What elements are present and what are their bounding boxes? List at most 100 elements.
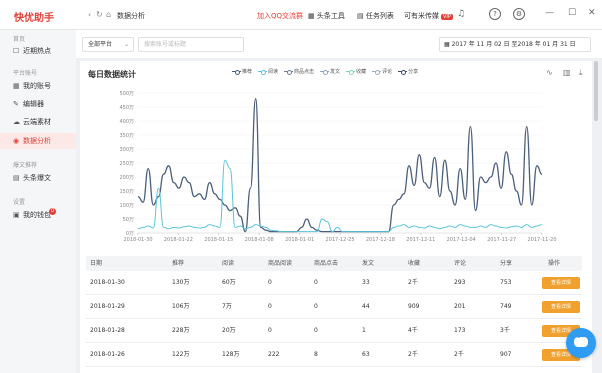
legend-label: 评论 [382, 69, 393, 75]
cell-rec: 106万 [172, 303, 190, 310]
wallet-icon: ▣ [13, 211, 20, 219]
chart-legend: 推荐 阅读 商品点击 发文 收藏 评论 分享 [232, 68, 418, 75]
cell-comments: 2千 [454, 351, 464, 358]
platform-select[interactable]: 全部平台 ⌄ [82, 37, 134, 52]
qq-group-link[interactable]: 加入QQ交流群 [257, 11, 303, 21]
help-icon[interactable]: ? [489, 8, 501, 20]
cell-read: 128万 [222, 351, 240, 358]
cell-goods-read: 0 [268, 303, 272, 310]
legend-item[interactable]: 评论 [372, 68, 392, 75]
app-name: 快优助手 [14, 13, 54, 24]
wallet-badge: 0 [49, 208, 57, 215]
series-line-recommend [137, 97, 543, 233]
cell-posts: 33 [362, 279, 370, 286]
cell-goods-click: 0 [314, 279, 318, 286]
cell-shares: 3千 [500, 327, 510, 334]
daily-stats-card: 每日数据统计 推荐 阅读 商品点击 发文 收藏 评论 分享 ∿ ▥ ⤓ 0万 50万 100万 1… [80, 61, 592, 373]
filter-bar: 全部平台 ⌄ 搜索账号或标题 ▦ 2017 年 11 月 02 日 至2018 … [76, 30, 602, 59]
download-icon[interactable]: ⤓ [579, 68, 583, 78]
cell-comments: 201 [454, 303, 466, 310]
toutiao-tool-button[interactable]: ▦ 头条工具 [308, 11, 345, 21]
col-fav: 收藏 [408, 260, 421, 267]
legend-item[interactable]: 阅读 [258, 68, 278, 75]
edit-icon: ☐ [13, 47, 20, 55]
date-range-picker[interactable]: ▦ 2017 年 11 月 02 日 至2018 年 01 月 31 日 [439, 37, 591, 52]
daily-stats-chart: 0万50万100万150万200万250万300万350万400万450万500… [119, 91, 556, 243]
task-list-label: 任务列表 [365, 12, 394, 20]
sidebar-item-accounts[interactable]: ▦ 我的账号 [0, 78, 76, 94]
sidebar-item-toutiao-hot[interactable]: ▤ 头条爆文 [0, 170, 76, 186]
legend-item[interactable]: 发文 [320, 68, 340, 75]
grid-icon: ▦ [13, 82, 20, 90]
x-tick-label: 2017-12-04 [447, 237, 476, 243]
platform-select-value: 全部平台 [88, 41, 113, 48]
refresh-icon[interactable]: ↻ [96, 10, 103, 19]
sidebar-item-wallet[interactable]: ▣ 我的钱包 0 [0, 207, 76, 223]
section-settings: 设置 [13, 199, 26, 206]
table-header: 日期 推荐 阅读 商品阅读 商品点击 发文 收藏 评论 分享 操作 [86, 256, 582, 271]
y-tick-label: 100万 [119, 203, 134, 209]
settings-icon[interactable]: ⚙ [513, 8, 525, 20]
x-tick-label: 2018-01-15 [204, 237, 233, 243]
legend-item[interactable]: 收藏 [346, 68, 366, 75]
sidebar-item-hot[interactable]: ☐ 近期热点 [0, 43, 76, 59]
cell-comments: 293 [454, 279, 466, 286]
back-icon[interactable]: ‹ [88, 10, 91, 19]
minimize-icon[interactable]: — [545, 8, 554, 18]
bar-chart-icon[interactable]: ▥ [563, 68, 571, 77]
legend-item[interactable]: 分享 [398, 68, 418, 75]
chat-button[interactable] [566, 328, 596, 358]
close-icon[interactable]: ✕ [588, 8, 596, 18]
legend-label: 收藏 [356, 69, 367, 75]
document-icon: ▤ [13, 174, 20, 182]
section-accounts: 平台账号 [13, 70, 38, 77]
section-hot-articles: 爆文推荐 [13, 162, 38, 169]
cell-rec: 228万 [172, 327, 190, 334]
legend-swatch [258, 69, 268, 75]
col-rec: 推荐 [172, 260, 185, 267]
view-detail-button[interactable]: 查看详情 [542, 301, 580, 313]
table-row: 2018-01-30 130万 60万 0 0 33 2千 293 753 查看… [86, 271, 582, 295]
col-shares: 分享 [500, 260, 513, 267]
scrollbar[interactable] [594, 61, 598, 121]
home-icon[interactable]: ⌂ [106, 10, 111, 19]
bell-icon[interactable]: ♫ [457, 9, 465, 19]
task-list-button[interactable]: ▤ 任务列表 [357, 11, 394, 21]
cloud-icon: ☁ [13, 118, 20, 126]
legend-item[interactable]: 商品点击 [284, 68, 314, 75]
y-tick-label: 300万 [119, 147, 134, 153]
card-title: 每日数据统计 [88, 70, 136, 79]
hot-rank-link[interactable]: 可有米传媒 VIP [404, 11, 453, 21]
sidebar-item-label: 近期热点 [23, 47, 51, 55]
cell-fav: 2千 [408, 351, 418, 358]
legend-label: 发文 [330, 69, 341, 75]
col-goods-read: 商品阅读 [268, 260, 293, 267]
cell-read: 20万 [222, 327, 236, 334]
cell-comments: 173 [454, 327, 466, 334]
search-input[interactable]: 搜索账号或标题 [138, 37, 244, 52]
sidebar-item-analytics[interactable]: ◉ 数据分析 [0, 133, 76, 149]
sidebar: 首页 ☐ 近期热点 平台账号 ▦ 我的账号 ✎ 编辑器 ☁ 云端素材 ◉ 数据分析 爆文推… [0, 30, 76, 373]
cell-date: 2018-01-28 [90, 327, 125, 334]
legend-label: 推荐 [242, 69, 253, 75]
pencil-icon: ✎ [13, 100, 19, 108]
y-tick-label: 350万 [119, 133, 134, 139]
col-action: 操作 [548, 260, 561, 267]
sidebar-item-editor[interactable]: ✎ 编辑器 [0, 96, 76, 112]
line-chart-icon[interactable]: ∿ [546, 68, 553, 77]
cell-rec: 130万 [172, 279, 190, 286]
view-detail-button[interactable]: 查看详情 [542, 277, 580, 289]
x-tick-label: 2018-01-30 [123, 237, 152, 243]
section-home: 首页 [13, 36, 26, 43]
x-tick-label: 2017-11-27 [487, 237, 516, 243]
x-tick-label: 2017-12-18 [366, 237, 395, 243]
sidebar-item-cloud[interactable]: ☁ 云端素材 [0, 114, 76, 130]
legend-swatch [232, 69, 241, 75]
y-tick-label: 450万 [119, 105, 134, 111]
x-tick-label: 2017-12-11 [406, 237, 435, 243]
legend-label: 商品点击 [294, 69, 315, 75]
legend-item[interactable]: 推荐 [232, 68, 252, 75]
date-range-value: 2017 年 11 月 02 日 至2018 年 01 月 31 日 [451, 41, 576, 48]
maximize-icon[interactable]: ☐ [568, 8, 576, 18]
list-icon: ▤ [357, 12, 366, 20]
